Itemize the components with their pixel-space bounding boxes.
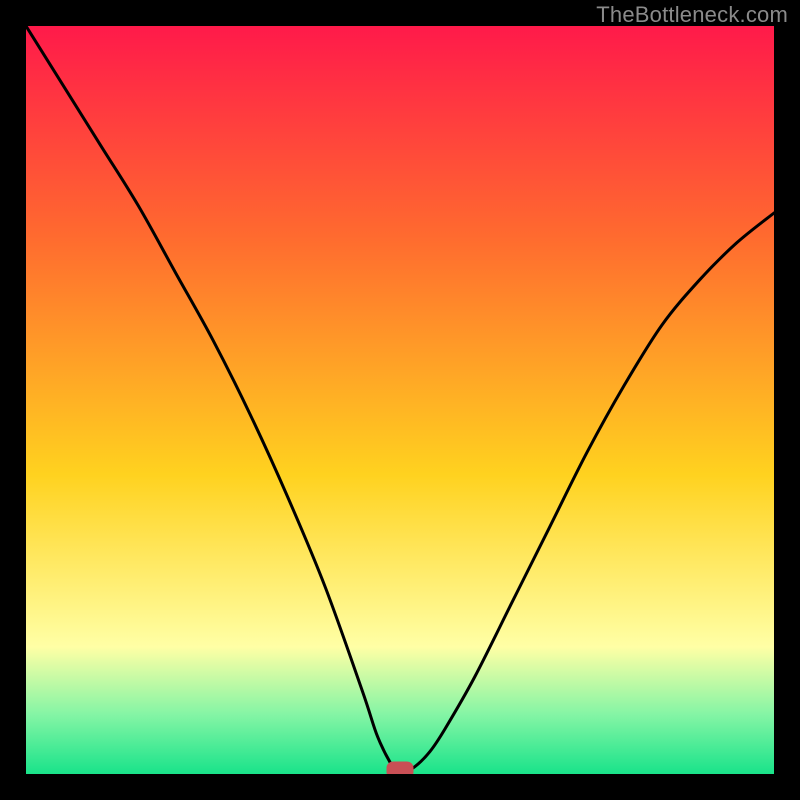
minimum-marker: [387, 762, 413, 774]
chart-frame: TheBottleneck.com: [0, 0, 800, 800]
watermark-text: TheBottleneck.com: [596, 2, 788, 28]
gradient-background: [26, 26, 774, 774]
plot-area: [26, 26, 774, 774]
bottleneck-chart: [26, 26, 774, 774]
